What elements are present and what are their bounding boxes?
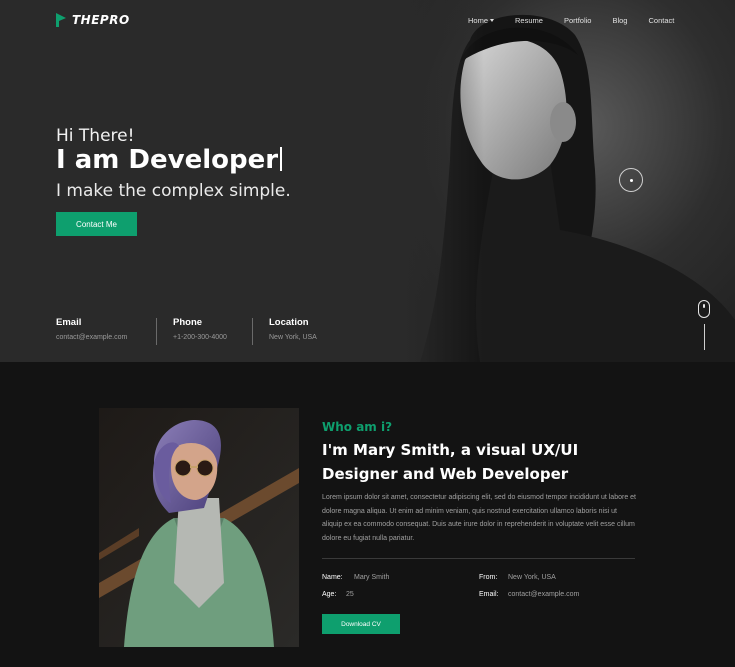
nav-item-blog[interactable]: Blog: [612, 16, 627, 25]
info-email-value[interactable]: contact@example.com: [56, 334, 127, 341]
nav-item-resume[interactable]: Resume: [515, 16, 543, 25]
main-nav: Home Resume Portfolio Blog Contact: [468, 16, 674, 25]
chevron-down-icon: [490, 19, 495, 22]
detail-from-value: New York, USA: [508, 574, 556, 581]
info-location-value: New York, USA: [269, 334, 317, 341]
slider-dot-button[interactable]: [619, 168, 643, 192]
dot-icon: [630, 179, 633, 182]
scroll-mouse-icon[interactable]: [698, 300, 710, 318]
hero-headline-text: I am Developer: [56, 145, 279, 175]
info-location-label: Location: [269, 317, 309, 328]
detail-from: From: New York, USA: [479, 574, 556, 581]
nav-item-home[interactable]: Home: [468, 16, 495, 25]
hero-tagline: I make the complex simple.: [56, 181, 291, 201]
about-kicker: Who am i?: [322, 420, 393, 434]
nav-item-portfolio[interactable]: Portfolio: [564, 16, 592, 25]
about-title: I'm Mary Smith, a visual UX/UI Designer …: [322, 441, 579, 483]
info-phone-label: Phone: [173, 317, 203, 328]
info-phone: Phone +1-200-300-4000: [173, 317, 227, 341]
hero-headline: I am Developer: [56, 145, 283, 175]
detail-email: Email: contact@example.com: [479, 591, 579, 598]
detail-from-key: From:: [479, 574, 498, 581]
brand-logo[interactable]: THEPRO: [56, 13, 130, 27]
logo-mark-icon: [56, 13, 66, 27]
info-divider: [156, 318, 157, 345]
info-phone-value[interactable]: +1-200-300-4000: [173, 334, 227, 341]
detail-age-value: 25: [346, 591, 354, 598]
about-section: Who am i? I'm Mary Smith, a visual UX/UI…: [0, 362, 735, 667]
info-email: Email contact@example.com: [56, 317, 127, 341]
brand-name: THEPRO: [72, 13, 130, 27]
about-description: Lorem ipsum dolor sit amet, consectetur …: [322, 494, 636, 542]
scroll-indicator-line: [704, 324, 705, 350]
detail-name-value: Mary Smith: [354, 574, 390, 581]
detail-name: Name: Mary Smith: [322, 574, 389, 581]
about-portrait-image: [99, 408, 299, 647]
typing-cursor: [280, 147, 283, 171]
info-divider: [252, 318, 253, 345]
detail-name-key: Name:: [322, 574, 343, 581]
detail-age: Age: 25: [322, 591, 354, 598]
mouse-wheel: [703, 304, 705, 308]
hero-greeting: Hi There!: [56, 126, 135, 146]
info-email-label: Email: [56, 317, 82, 328]
detail-age-key: Age:: [322, 591, 337, 598]
contact-me-button[interactable]: Contact Me: [56, 212, 137, 236]
detail-email-key: Email:: [479, 591, 499, 598]
nav-item-contact[interactable]: Contact: [648, 16, 674, 25]
info-location: Location New York, USA: [269, 317, 317, 341]
hero-portrait-image: [400, 0, 735, 362]
download-cv-button[interactable]: Download CV: [322, 614, 400, 634]
about-divider: [322, 558, 635, 559]
detail-email-value[interactable]: contact@example.com: [508, 591, 579, 598]
hero-section: THEPRO Home Resume Portfolio Blog Contac…: [0, 0, 735, 362]
